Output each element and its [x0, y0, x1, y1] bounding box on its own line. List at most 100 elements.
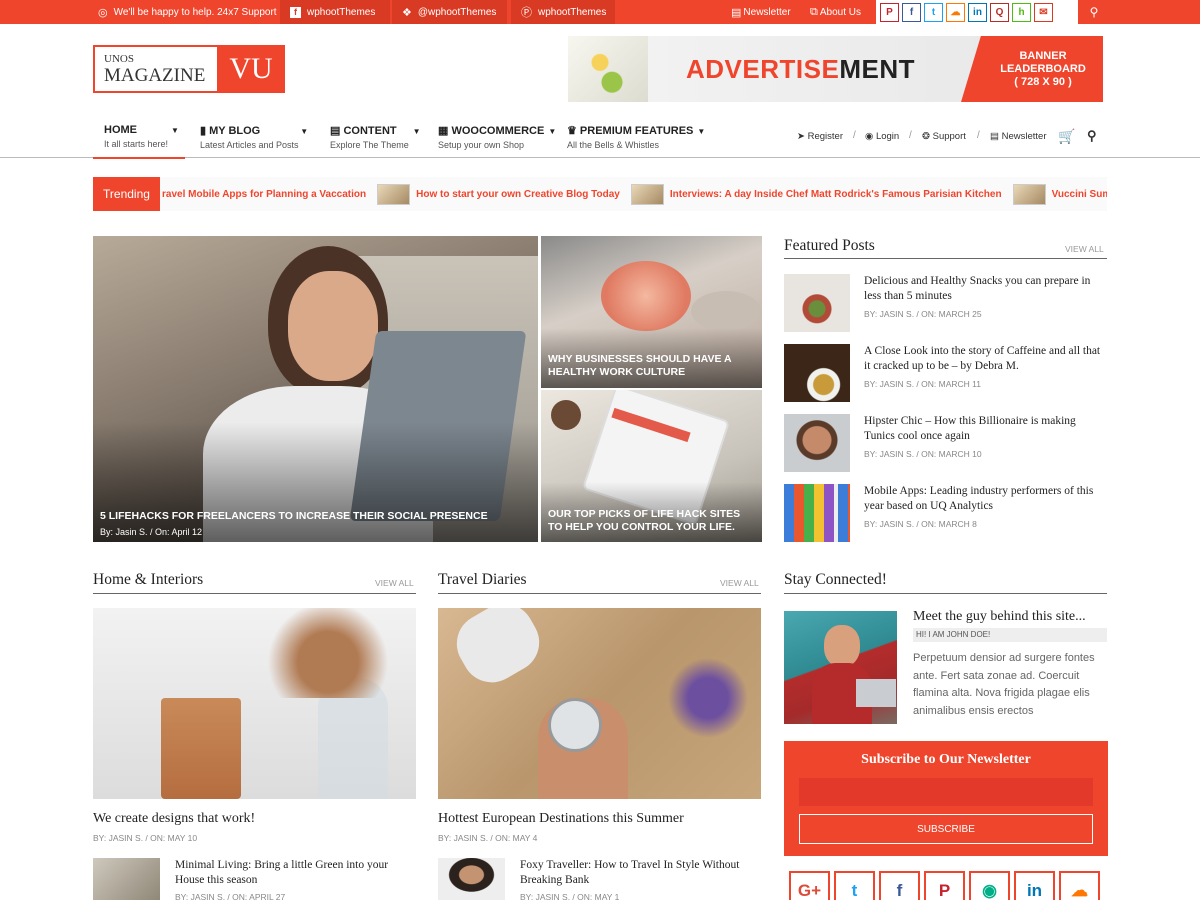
featured-posts-title: Featured Posts — [784, 237, 875, 254]
book-icon: ▮ — [200, 125, 210, 137]
about-link[interactable]: ⧉ About Us — [806, 0, 865, 24]
newsletter-box: Subscribe to Our Newsletter SUBSCRIBE — [784, 741, 1108, 856]
document-icon: ▤ — [330, 125, 344, 137]
quora-icon[interactable]: Q — [990, 2, 1009, 22]
chevron-down-icon: ▼ — [548, 127, 557, 136]
newsletter-title: Subscribe to Our Newsletter — [861, 752, 1031, 767]
nav-content[interactable]: ▤ CONTENT ▼ Explore The Theme — [330, 124, 421, 150]
post-title[interactable]: Hottest European Destinations this Summe… — [438, 811, 684, 827]
email-icon[interactable]: ✉ — [1034, 2, 1053, 22]
hero-title[interactable]: 5 LIFEHACKS FOR FREELANCERS TO INCREASE … — [100, 510, 520, 523]
hero-meta: By: Jasin S. / On: April 12 — [100, 527, 203, 537]
list-post[interactable]: Minimal Living: Bring a little Green int… — [93, 858, 416, 900]
linkedin-icon[interactable]: in — [1014, 871, 1055, 900]
travel-diaries-title: Travel Diaries — [438, 571, 527, 588]
social-icons-bottom: G+ t f P ◉ in ☁ — [789, 871, 1100, 900]
post-thumbnail — [93, 858, 160, 900]
user-icon: ◉ — [865, 131, 876, 142]
post-thumbnail — [784, 414, 850, 472]
about-text: Perpetuum densior ad surgere fontes ante… — [913, 652, 1095, 717]
tripadvisor-icon[interactable]: ◉ — [969, 871, 1010, 900]
nav-woocommerce[interactable]: ▦ WOOCOMMERCE ▼ Setup your own Shop — [438, 124, 556, 150]
send-icon: ➤ — [797, 131, 808, 142]
featured-post[interactable]: Delicious and Healthy Snacks you can pre… — [784, 274, 1107, 332]
post-title[interactable]: We create designs that work! — [93, 811, 255, 827]
cart-icon[interactable]: 🛒 — [1058, 128, 1075, 145]
trending-item[interactable]: How to start your own Creative Blog Toda… — [377, 183, 620, 205]
chevron-down-icon: ▼ — [697, 127, 706, 136]
google-plus-icon[interactable]: G+ — [789, 871, 830, 900]
twitter-link[interactable]: ❖ @wphootThemes — [392, 0, 507, 24]
about-subtitle: HI! I AM JOHN DOE! — [913, 628, 1107, 642]
home-interiors-view-all[interactable]: VIEW ALL — [375, 578, 414, 588]
twitter-icon[interactable]: t — [834, 871, 875, 900]
featured-post[interactable]: Hipster Chic – How this Billionaire is m… — [784, 414, 1107, 472]
globe-icon: ◎ — [98, 6, 108, 19]
houzz-icon[interactable]: h — [1012, 2, 1031, 22]
trending-item[interactable]: Interviews: A day Inside Chef Matt Rodri… — [630, 183, 1002, 205]
featured-post[interactable]: Mobile Apps: Leading industry performers… — [784, 484, 1107, 542]
newsletter-email-input[interactable] — [799, 778, 1093, 806]
facebook-link[interactable]: f wphootThemes — [280, 0, 390, 24]
hero-main-post[interactable]: 5 LIFEHACKS FOR FREELANCERS TO INCREASE … — [93, 236, 538, 542]
travel-image[interactable] — [438, 608, 761, 799]
ad-label: BANNER LEADERBOARD ( 728 X 90 ) — [961, 36, 1103, 102]
pinterest-icon[interactable]: P — [880, 2, 899, 22]
post-meta: BY: JASIN S. / ON: MAY 10 — [93, 833, 198, 843]
featured-view-all[interactable]: VIEW ALL — [1065, 244, 1104, 254]
ad-banner[interactable]: ADVERTISEMENT BANNER LEADERBOARD ( 728 X… — [568, 36, 1103, 102]
home-interiors-title: Home & Interiors — [93, 571, 204, 588]
site-logo[interactable]: UNOS MAGAZINE VU — [93, 45, 285, 93]
trending-thumb — [377, 183, 411, 205]
facebook-icon[interactable]: f — [879, 871, 920, 900]
twitter-icon: ❖ — [402, 6, 412, 19]
facebook-icon[interactable]: f — [902, 2, 921, 22]
ad-image — [568, 36, 648, 102]
top-bar: ◎ We'll be happy to help. 24x7 Support f… — [0, 0, 1200, 24]
nav-my-blog[interactable]: ▮ MY BLOG ▼ Latest Articles and Posts — [200, 124, 308, 150]
search-icon[interactable]: ⚲ — [1087, 128, 1097, 144]
post-thumbnail — [784, 344, 850, 402]
newsletter-icon: ▤ — [990, 131, 1002, 142]
login-link[interactable]: ◉ Login — [865, 131, 899, 142]
featured-post[interactable]: A Close Look into the story of Caffeine … — [784, 344, 1107, 402]
nav-premium-features[interactable]: ♛ PREMIUM FEATURES ▼ All the Bells & Whis… — [567, 124, 705, 150]
facebook-icon: f — [290, 6, 301, 18]
travel-view-all[interactable]: VIEW ALL — [720, 578, 759, 588]
hero-bottom-right-title[interactable]: OUR TOP PICKS OF LIFE HACK SITES TO HELP… — [548, 508, 753, 534]
nav-active-indicator — [93, 118, 185, 159]
newsletter-link[interactable]: ▤ Newsletter — [727, 0, 795, 24]
hero-bottom-right-post[interactable]: OUR TOP PICKS OF LIFE HACK SITES TO HELP… — [541, 390, 762, 542]
hero-top-right-title[interactable]: WHY BUSINESSES SHOULD HAVE A HEALTHY WOR… — [548, 353, 748, 379]
post-thumbnail — [784, 274, 850, 332]
trending-item[interactable]: ravel Mobile Apps for Planning a Vaccati… — [162, 189, 366, 200]
post-thumbnail — [438, 858, 505, 900]
trending-thumb — [630, 183, 664, 205]
post-thumbnail — [784, 484, 850, 542]
soundcloud-icon[interactable]: ☁ — [1059, 871, 1100, 900]
chevron-down-icon: ▼ — [300, 127, 309, 136]
social-icons-top: P f t ☁ in Q h ✉ — [876, 0, 1078, 24]
home-interiors-image[interactable] — [93, 608, 416, 799]
search-icon[interactable]: ⚲ — [1078, 0, 1110, 24]
newsletter-nav-link[interactable]: ▤ Newsletter — [990, 131, 1047, 142]
support-info: ◎ We'll be happy to help. 24x7 Support — [98, 6, 277, 19]
twitter-icon[interactable]: t — [924, 2, 943, 22]
soundcloud-icon[interactable]: ☁ — [946, 2, 965, 22]
pinterest-link[interactable]: Ⓟ wphootThemes — [511, 0, 615, 24]
linkedin-icon[interactable]: in — [968, 2, 987, 22]
subscribe-button[interactable]: SUBSCRIBE — [799, 814, 1093, 844]
chevron-down-icon: ▼ — [412, 127, 421, 136]
trending-ticker: ravel Mobile Apps for Planning a Vaccati… — [160, 177, 1107, 211]
hero-top-right-post[interactable]: WHY BUSINESSES SHOULD HAVE A HEALTHY WOR… — [541, 236, 762, 388]
register-link[interactable]: ➤ Register — [797, 131, 843, 142]
newsletter-icon: ▤ — [731, 6, 742, 19]
list-post[interactable]: Foxy Traveller: How to Travel In Style W… — [438, 858, 761, 900]
stay-connected-title: Stay Connected! — [784, 571, 887, 588]
trending-item[interactable]: Vuccini Summer Co — [1012, 183, 1107, 205]
divider — [438, 593, 761, 594]
trending-thumb — [1012, 183, 1046, 205]
support-link[interactable]: ❂ Support — [922, 131, 966, 142]
divider — [93, 593, 416, 594]
pinterest-icon[interactable]: P — [924, 871, 965, 900]
